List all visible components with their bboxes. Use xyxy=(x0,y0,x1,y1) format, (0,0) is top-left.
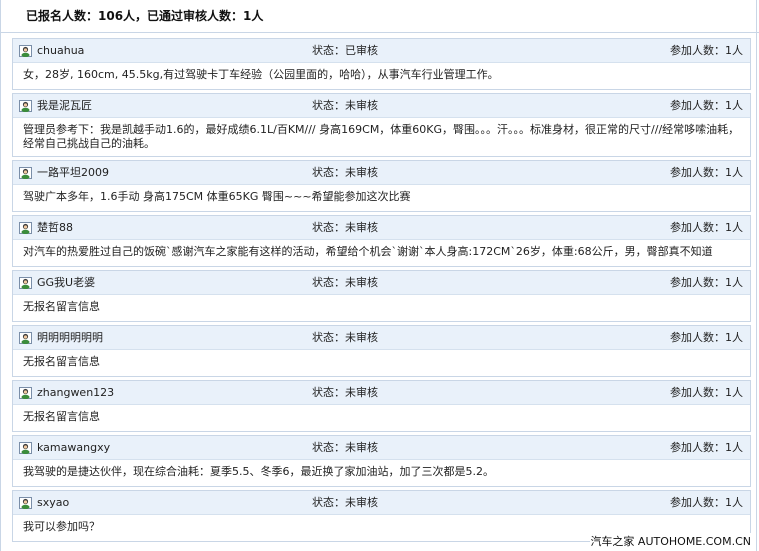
user-avatar-icon xyxy=(19,45,32,57)
entry-header: 楚哲88 状态：未审核 参加人数：1人 xyxy=(13,216,750,240)
participant-count: 参加人数：1人 xyxy=(670,99,743,112)
participant-count: 参加人数：1人 xyxy=(670,496,743,509)
review-status: 状态：未审核 xyxy=(312,276,378,289)
review-status: 状态：已审核 xyxy=(312,44,378,57)
review-status: 状态：未审核 xyxy=(312,386,378,399)
review-status: 状态：未审核 xyxy=(312,441,378,454)
registration-entry: 一路平坦2009 状态：未审核 参加人数：1人 驾驶广本多年，1.6手动 身高1… xyxy=(12,160,751,212)
user-avatar-icon xyxy=(19,167,32,179)
participant-count: 参加人数：1人 xyxy=(670,386,743,399)
username-link[interactable]: 一路平坦2009 xyxy=(37,161,109,185)
registration-entry: 明明明明明明 状态：未审核 参加人数：1人 无报名留言信息 xyxy=(12,325,751,377)
username-link[interactable]: chuahua xyxy=(37,39,84,63)
participant-count: 参加人数：1人 xyxy=(670,331,743,344)
review-status: 状态：未审核 xyxy=(312,496,378,509)
entry-header: chuahua 状态：已审核 参加人数：1人 xyxy=(13,39,750,63)
registration-entry: 我是泥瓦匠 状态：未审核 参加人数：1人 管理员参考下：我是凯越手动1.6的，最… xyxy=(12,93,751,157)
registration-list: chuahua 状态：已审核 参加人数：1人 女，28岁, 160cm, 45.… xyxy=(12,38,751,545)
user-avatar-icon xyxy=(19,497,32,509)
username-link[interactable]: sxyao xyxy=(37,491,69,515)
entry-header: 明明明明明明 状态：未审核 参加人数：1人 xyxy=(13,326,750,350)
registration-message: 无报名留言信息 xyxy=(23,355,100,368)
review-status: 状态：未审核 xyxy=(312,331,378,344)
site-watermark: 汽车之家 AUTOHOME.COM.CN xyxy=(590,533,751,549)
username-link[interactable]: GG我U老婆 xyxy=(37,271,95,295)
user-avatar-icon xyxy=(19,387,32,399)
registration-entry: GG我U老婆 状态：未审核 参加人数：1人 无报名留言信息 xyxy=(12,270,751,322)
user-avatar-icon xyxy=(19,442,32,454)
registration-message: 我驾驶的是捷达伙伴，现在综合油耗：夏季5.5、冬季6，最近换了家加油站，加了三次… xyxy=(23,465,494,478)
entry-header: 一路平坦2009 状态：未审核 参加人数：1人 xyxy=(13,161,750,185)
registration-message: 管理员参考下：我是凯越手动1.6的，最好成绩6.1L/百KM/// 身高169C… xyxy=(23,123,740,150)
user-avatar-icon xyxy=(19,277,32,289)
review-status: 状态：未审核 xyxy=(312,99,378,112)
registration-message: 女，28岁, 160cm, 45.5kg,有过驾驶卡丁车经验（公园里面的，哈哈）… xyxy=(23,68,499,81)
user-avatar-icon xyxy=(19,222,32,234)
participant-count: 参加人数：1人 xyxy=(670,44,743,57)
username-link[interactable]: 明明明明明明 xyxy=(37,326,103,350)
participant-count: 参加人数：1人 xyxy=(670,441,743,454)
registration-entry: chuahua 状态：已审核 参加人数：1人 女，28岁, 160cm, 45.… xyxy=(12,38,751,90)
entry-header: sxyao 状态：未审核 参加人数：1人 xyxy=(13,491,750,515)
registration-message: 无报名留言信息 xyxy=(23,410,100,423)
registration-entry: 楚哲88 状态：未审核 参加人数：1人 对汽车的热爱胜过自己的饭碗`感谢汽车之家… xyxy=(12,215,751,267)
registration-summary: 已报名人数：106人，已通过审核人数：1人 xyxy=(0,0,759,33)
participant-count: 参加人数：1人 xyxy=(670,221,743,234)
review-status: 状态：未审核 xyxy=(312,166,378,179)
entry-header: GG我U老婆 状态：未审核 参加人数：1人 xyxy=(13,271,750,295)
participant-count: 参加人数：1人 xyxy=(670,166,743,179)
entry-header: 我是泥瓦匠 状态：未审核 参加人数：1人 xyxy=(13,94,750,118)
registration-message: 无报名留言信息 xyxy=(23,300,100,313)
registration-message: 驾驶广本多年，1.6手动 身高175CM 体重65KG 臀围~~~希望能参加这次… xyxy=(23,190,411,203)
username-link[interactable]: 我是泥瓦匠 xyxy=(37,94,92,118)
username-link[interactable]: 楚哲88 xyxy=(37,216,73,240)
entry-header: kamawangxy 状态：未审核 参加人数：1人 xyxy=(13,436,750,460)
username-link[interactable]: kamawangxy xyxy=(37,436,110,460)
registration-entry: zhangwen123 状态：未审核 参加人数：1人 无报名留言信息 xyxy=(12,380,751,432)
participant-count: 参加人数：1人 xyxy=(670,276,743,289)
registration-message: 对汽车的热爱胜过自己的饭碗`感谢汽车之家能有这样的活动，希望给个机会`谢谢`本人… xyxy=(23,245,713,258)
username-link[interactable]: zhangwen123 xyxy=(37,381,114,405)
entry-header: zhangwen123 状态：未审核 参加人数：1人 xyxy=(13,381,750,405)
registration-entry: kamawangxy 状态：未审核 参加人数：1人 我驾驶的是捷达伙伴，现在综合… xyxy=(12,435,751,487)
review-status: 状态：未审核 xyxy=(312,221,378,234)
user-avatar-icon xyxy=(19,332,32,344)
user-avatar-icon xyxy=(19,100,32,112)
